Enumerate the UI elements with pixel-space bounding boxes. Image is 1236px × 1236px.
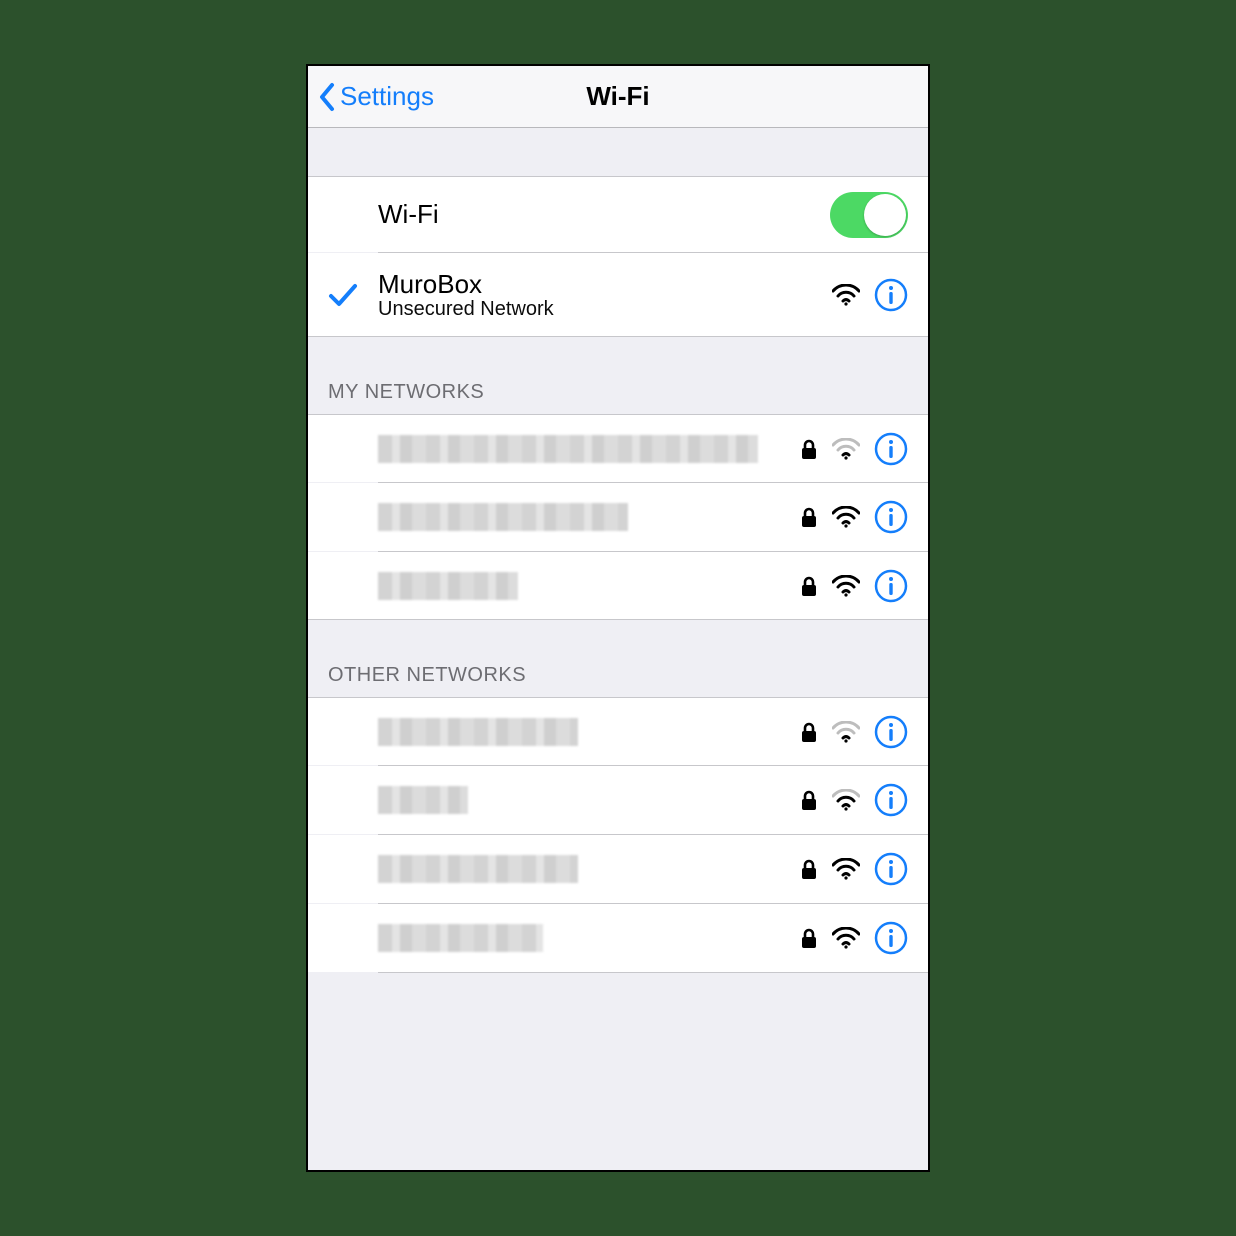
info-icon[interactable] [874,852,908,886]
wifi-signal-icon [832,284,860,306]
other-networks-header: OTHER NETWORKS [308,620,928,697]
network-row[interactable] [308,414,928,482]
network-row[interactable] [308,697,928,765]
wifi-settings-screen: Settings Wi-Fi Wi-Fi MuroBox Unsecured N… [306,64,930,1172]
info-icon[interactable] [874,783,908,817]
network-row[interactable] [308,766,928,834]
wifi-signal-icon [832,789,860,811]
wifi-label: Wi-Fi [378,199,822,230]
lock-icon [800,575,818,597]
obscured-network-name [378,572,518,600]
wifi-signal-icon [832,927,860,949]
connected-network-name: MuroBox [378,269,824,300]
checkmark-icon [328,282,358,308]
obscured-network-name [378,718,578,746]
info-icon[interactable] [874,569,908,603]
wifi-signal-icon [832,721,860,743]
network-row[interactable] [308,835,928,903]
back-button[interactable]: Settings [308,81,434,113]
connected-network-subtitle: Unsecured Network [378,298,824,321]
lock-icon [800,438,818,460]
chevron-left-icon [318,81,338,113]
wifi-toggle[interactable] [830,192,908,238]
my-networks-header: MY NETWORKS [308,337,928,414]
network-row[interactable] [308,904,928,972]
obscured-network-name [378,435,758,463]
lock-icon [800,721,818,743]
lock-icon [800,858,818,880]
lock-icon [800,506,818,528]
obscured-network-name [378,924,543,952]
info-icon[interactable] [874,921,908,955]
wifi-signal-icon [832,506,860,528]
obscured-network-name [378,855,578,883]
wifi-toggle-row: Wi-Fi [308,176,928,252]
connected-network-row[interactable]: MuroBox Unsecured Network [308,253,928,337]
info-icon[interactable] [874,278,908,312]
network-row[interactable] [308,552,928,620]
lock-icon [800,789,818,811]
info-icon[interactable] [874,432,908,466]
wifi-signal-icon [832,438,860,460]
lock-icon [800,927,818,949]
wifi-signal-icon [832,575,860,597]
wifi-signal-icon [832,858,860,880]
info-icon[interactable] [874,500,908,534]
info-icon[interactable] [874,715,908,749]
network-row[interactable] [308,483,928,551]
obscured-network-name [378,503,628,531]
back-label: Settings [340,81,434,112]
obscured-network-name [378,786,468,814]
navbar: Settings Wi-Fi [308,66,928,128]
